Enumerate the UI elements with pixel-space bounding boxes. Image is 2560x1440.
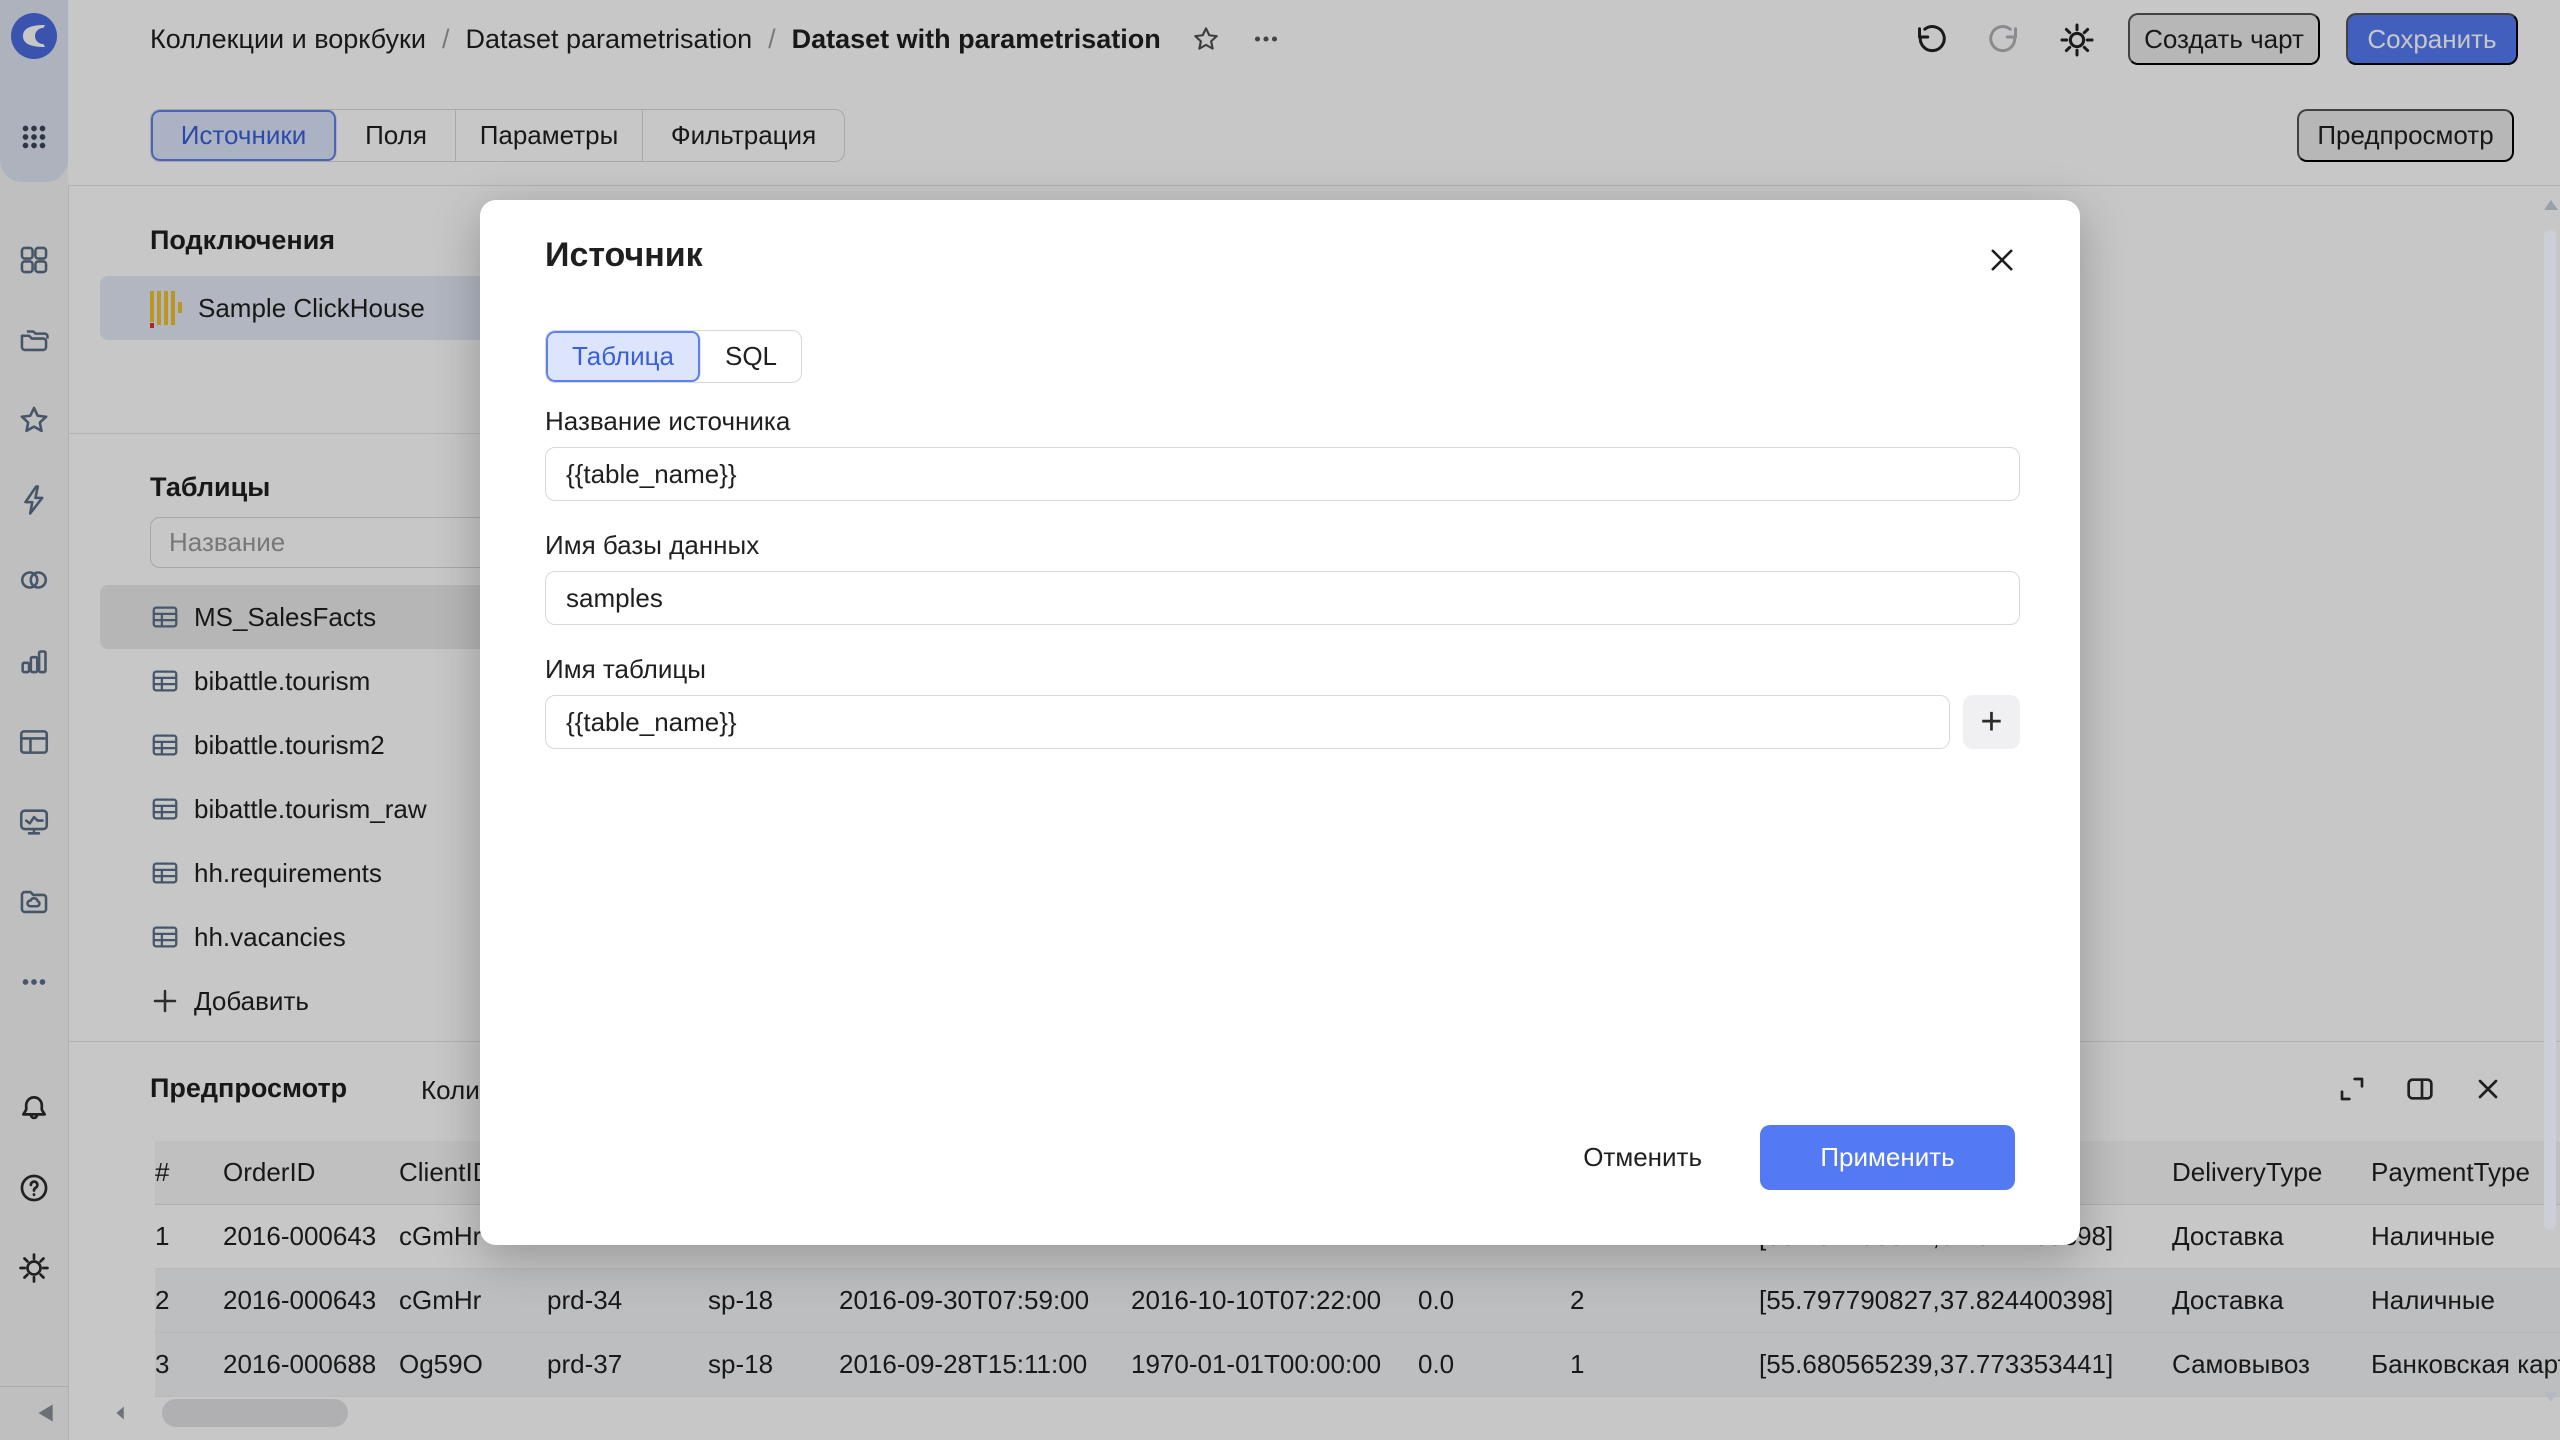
source-name-input[interactable]	[545, 447, 2020, 501]
cancel-button[interactable]: Отменить	[1573, 1125, 1712, 1190]
tab-sql[interactable]: SQL	[701, 331, 801, 382]
vertical-scrollbar[interactable]	[2540, 190, 2560, 1440]
vscroll-thumb[interactable]	[2544, 230, 2556, 1230]
close-icon[interactable]	[1980, 238, 2024, 282]
modal-footer: Отменить Применить	[480, 1125, 2080, 1190]
app: Коллекции и воркбуки / Dataset parametri…	[0, 0, 2560, 1440]
modal-title: Источник	[545, 236, 703, 275]
source-type-tabs: Таблица SQL	[545, 330, 802, 383]
tab-table[interactable]: Таблица	[546, 331, 701, 382]
table-name-input[interactable]	[545, 695, 1950, 749]
db-name-label: Имя базы данных	[545, 530, 759, 561]
db-name-input[interactable]	[545, 571, 2020, 625]
table-name-label: Имя таблицы	[545, 654, 706, 685]
source-name-label: Название источника	[545, 406, 790, 437]
source-modal: Источник Таблица SQL Название источника …	[480, 200, 2080, 1245]
add-source-plus-button[interactable]: +	[1963, 695, 2020, 749]
apply-button[interactable]: Применить	[1760, 1125, 2015, 1190]
